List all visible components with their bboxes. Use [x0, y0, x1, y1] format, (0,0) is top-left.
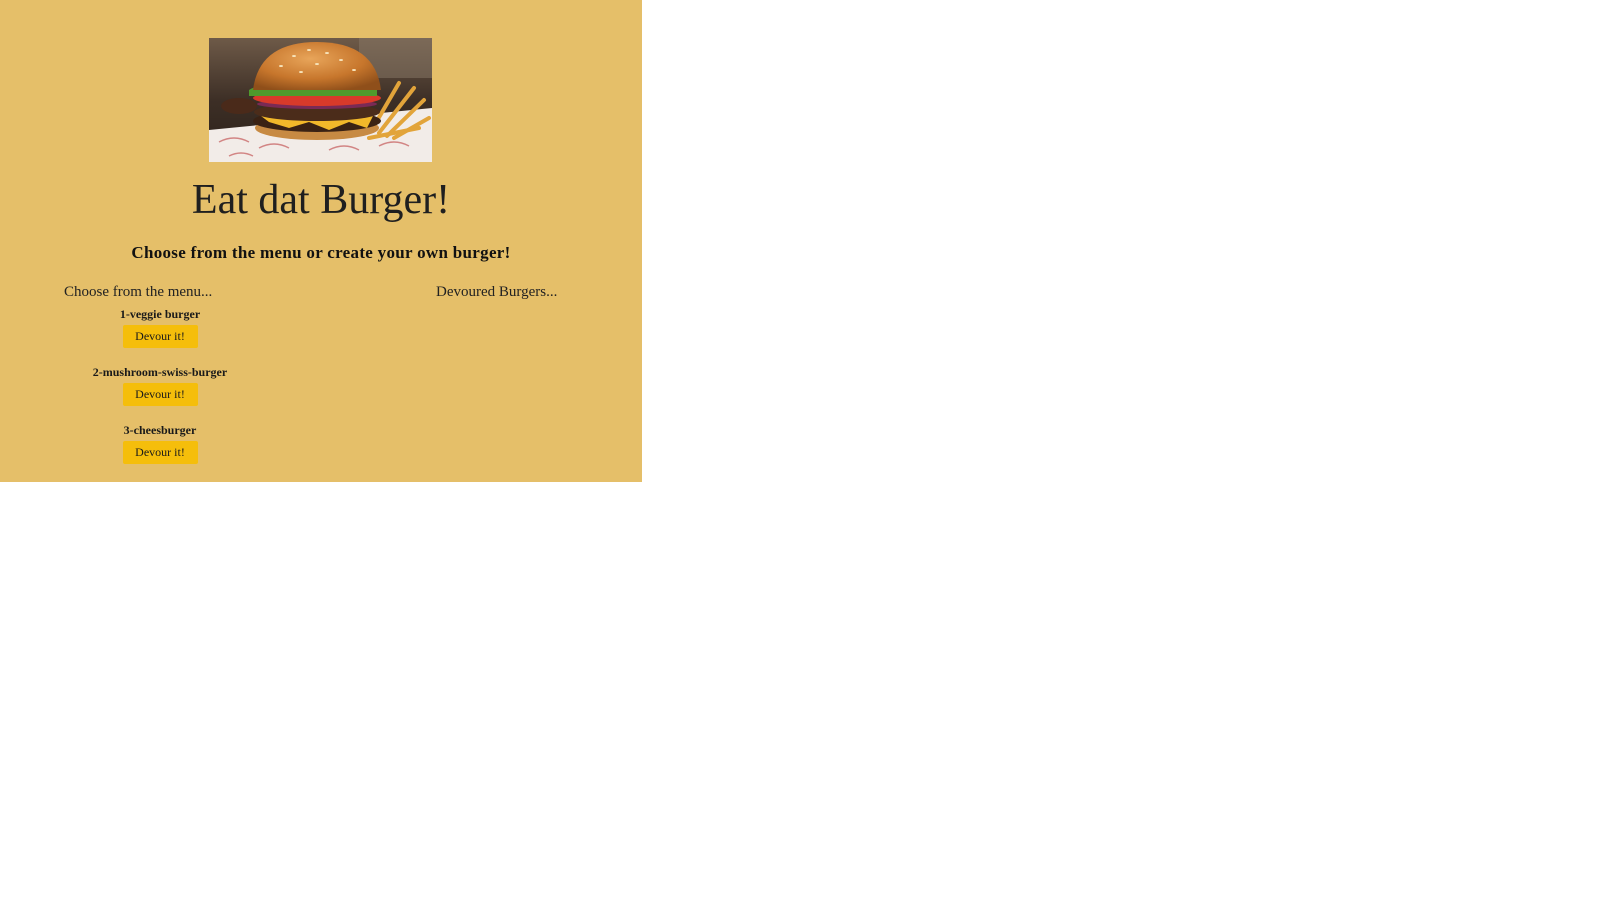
page-subtitle: Choose from the menu or create your own …: [131, 243, 511, 262]
burger-name: 3-cheesburger: [123, 423, 197, 437]
list-item: 3-cheesburger Devour it!: [60, 422, 260, 480]
burger-name: 2-mushroom-swiss-burger: [92, 365, 228, 379]
burger-photo-icon: [209, 38, 432, 162]
menu-list: 1-veggie burger Devour it! 2-mushroom-sw…: [60, 306, 260, 480]
burger-hero-image: [209, 38, 432, 162]
devour-button[interactable]: Devour it!: [122, 383, 198, 406]
page-title: Eat dat Burger!: [191, 177, 451, 223]
burger-name: 1-veggie burger: [119, 307, 201, 321]
devoured-column-heading: Devoured Burgers...: [436, 284, 558, 300]
list-item: 1-veggie burger Devour it!: [60, 306, 260, 364]
menu-column-heading: Choose from the menu...: [64, 284, 213, 300]
list-item: 2-mushroom-swiss-burger Devour it!: [60, 364, 260, 422]
devour-button[interactable]: Devour it!: [122, 325, 198, 348]
main-panel: Eat dat Burger! Choose from the menu or …: [0, 0, 642, 482]
devour-button[interactable]: Devour it!: [122, 441, 198, 464]
